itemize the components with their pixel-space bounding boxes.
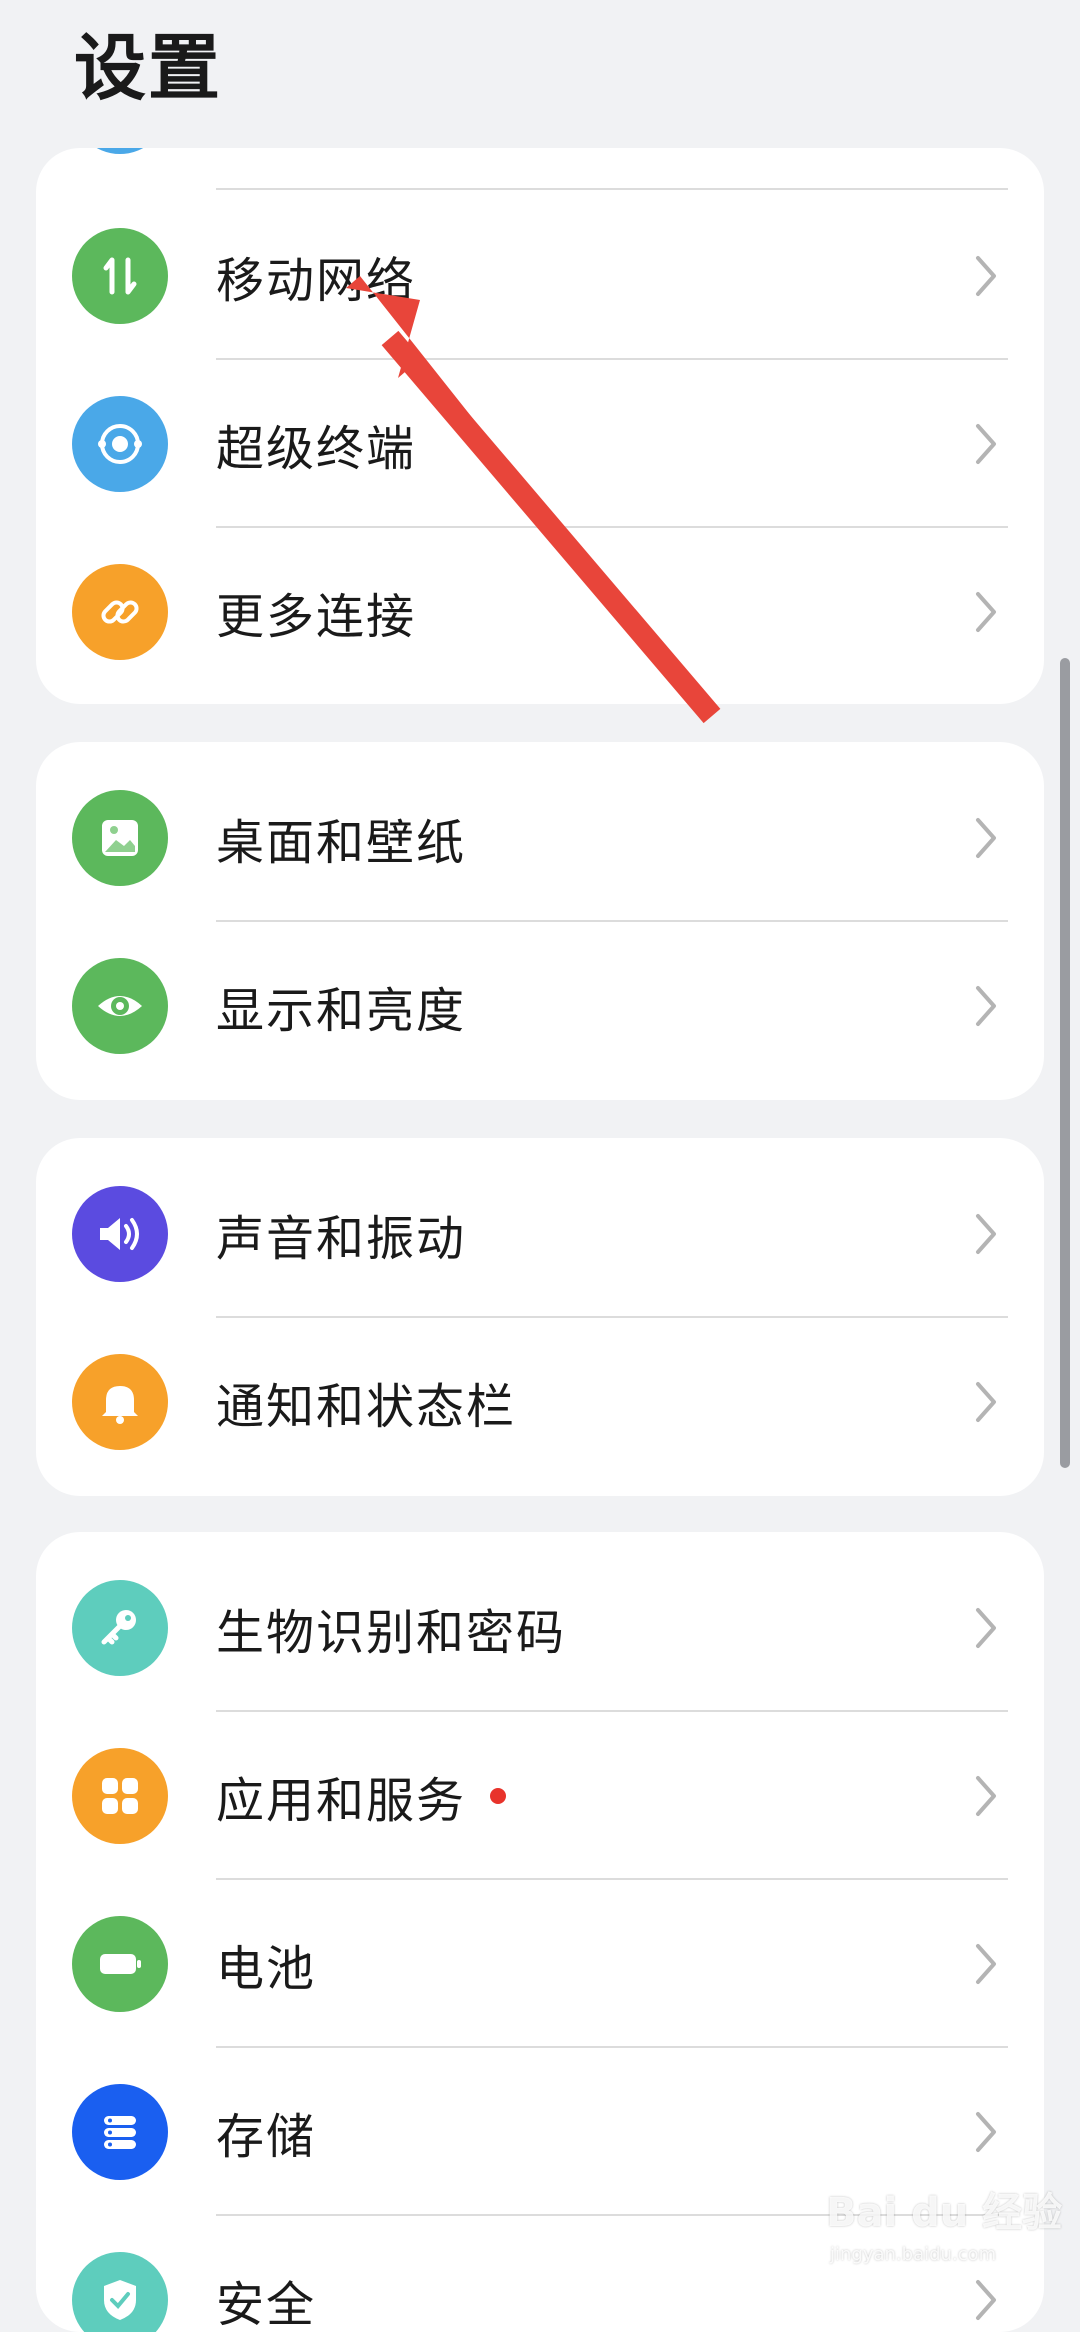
super-device-icon bbox=[72, 396, 168, 492]
scrollbar[interactable] bbox=[1060, 658, 1070, 1468]
watermark-logo: Bai du 经验 bbox=[826, 2190, 1063, 2236]
wifi-icon bbox=[72, 148, 168, 154]
notification-badge bbox=[490, 1788, 506, 1804]
settings-item-label: 应用和服务 bbox=[216, 1773, 467, 1829]
settings-item-label: 声音和振动 bbox=[216, 1211, 467, 1267]
chevron-right-icon bbox=[976, 1608, 996, 1648]
chevron-right-icon bbox=[976, 2280, 996, 2320]
settings-item-label: 显示和亮度 bbox=[216, 983, 467, 1039]
settings-item-label: 桌面和壁纸 bbox=[216, 815, 467, 871]
settings-item-super-device[interactable]: 超级终端 bbox=[36, 360, 1044, 528]
key-icon bbox=[72, 1580, 168, 1676]
page-title: 设置 bbox=[74, 26, 223, 110]
storage-icon bbox=[72, 2084, 168, 2180]
apps-icon bbox=[72, 1748, 168, 1844]
settings-item-label: 电池 bbox=[216, 1941, 317, 1997]
settings-item-sound-vibration[interactable]: 声音和振动 bbox=[36, 1150, 1044, 1318]
bell-icon bbox=[72, 1354, 168, 1450]
chevron-right-icon bbox=[976, 1382, 996, 1422]
settings-item-biometrics-password[interactable]: 生物识别和密码 bbox=[36, 1544, 1044, 1712]
link-icon bbox=[72, 564, 168, 660]
chevron-right-icon bbox=[976, 2112, 996, 2152]
settings-item-apps-services[interactable]: 应用和服务 bbox=[36, 1712, 1044, 1880]
settings-item-label: 更多连接 bbox=[216, 589, 417, 645]
chevron-right-icon bbox=[976, 592, 996, 632]
settings-item-label: 超级终端 bbox=[216, 421, 417, 477]
settings-group-display: 桌面和壁纸 显示和亮度 bbox=[36, 742, 1044, 1100]
settings-item-label: 移动网络 bbox=[216, 253, 417, 309]
settings-item-notifications[interactable]: 通知和状态栏 bbox=[36, 1318, 1044, 1486]
settings-group-sound: 声音和振动 通知和状态栏 bbox=[36, 1138, 1044, 1496]
settings-item-battery[interactable]: 电池 bbox=[36, 1880, 1044, 2048]
settings-item-label: 存储 bbox=[216, 2109, 317, 2165]
chevron-right-icon bbox=[976, 1214, 996, 1254]
settings-item-label: 生物识别和密码 bbox=[216, 1605, 567, 1661]
speaker-icon bbox=[72, 1186, 168, 1282]
settings-item-partial-top[interactable] bbox=[36, 148, 1044, 190]
mobile-data-icon bbox=[72, 228, 168, 324]
settings-group-connectivity: 移动网络 超级终端 更多连接 bbox=[36, 148, 1044, 704]
chevron-right-icon bbox=[976, 256, 996, 296]
shield-icon bbox=[72, 2252, 168, 2332]
settings-item-label: 通知和状态栏 bbox=[216, 1379, 517, 1435]
chevron-right-icon bbox=[976, 818, 996, 858]
settings-item-mobile-network[interactable]: 移动网络 bbox=[36, 192, 1044, 360]
settings-item-more-connections[interactable]: 更多连接 bbox=[36, 528, 1044, 696]
row-divider bbox=[216, 188, 1008, 190]
eye-icon bbox=[72, 958, 168, 1054]
watermark-url: jingyan.baidu.com bbox=[830, 2244, 997, 2265]
settings-item-desktop-wallpaper[interactable]: 桌面和壁纸 bbox=[36, 754, 1044, 922]
settings-item-display-brightness[interactable]: 显示和亮度 bbox=[36, 922, 1044, 1090]
chevron-right-icon bbox=[976, 1944, 996, 1984]
chevron-right-icon bbox=[976, 986, 996, 1026]
settings-item-label: 安全 bbox=[216, 2277, 317, 2332]
battery-icon bbox=[72, 1916, 168, 2012]
wallpaper-icon bbox=[72, 790, 168, 886]
chevron-right-icon bbox=[976, 1776, 996, 1816]
chevron-right-icon bbox=[976, 424, 996, 464]
